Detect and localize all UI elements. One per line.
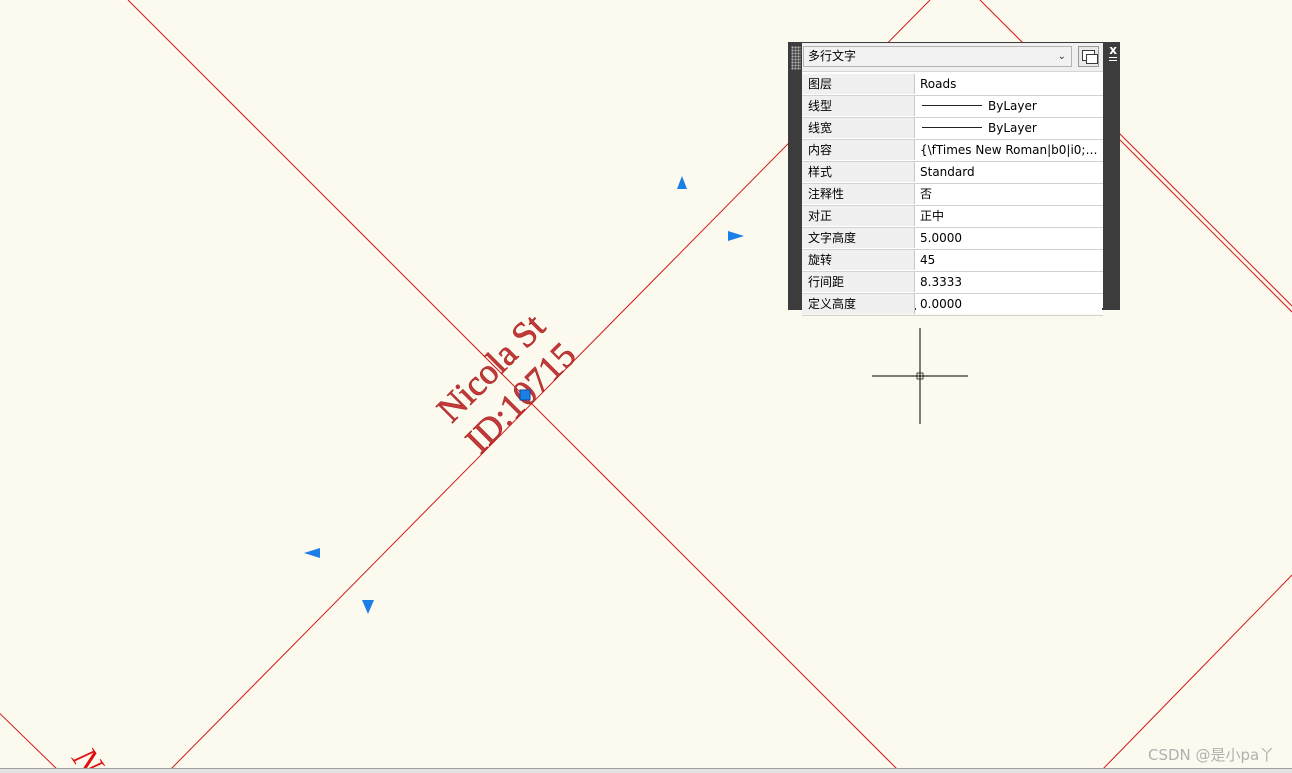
property-row-linetype: 线型 ByLayer <box>802 96 1103 118</box>
property-label: 定义高度 <box>802 294 915 314</box>
palette-header: 多行文字 ⌄ <box>802 43 1103 72</box>
square-grip-icon[interactable] <box>519 389 531 401</box>
line-sample-icon <box>922 127 982 128</box>
quick-properties-palette: x 多行文字 ⌄ 图层 Roads 线型 ByLayer 线宽 ByLayer … <box>788 42 1120 316</box>
watermark: CSDN @是小pa丫 <box>1148 746 1275 764</box>
property-value-contents[interactable]: {\fTimes New Roman|b0|i0;Ni... <box>916 140 1102 160</box>
property-label: 样式 <box>802 162 915 182</box>
palette-side-bar: x <box>1105 42 1120 310</box>
property-value-linetype[interactable]: ByLayer <box>916 96 1102 116</box>
property-label: 图层 <box>802 74 915 94</box>
crosshair-cursor-icon <box>872 328 968 424</box>
property-label: 线型 <box>802 96 915 116</box>
property-value-rotation[interactable]: 45 <box>916 250 1102 270</box>
property-value-text: ByLayer <box>988 121 1037 135</box>
canvas-bottom-border <box>0 768 1292 773</box>
triangle-grip-icon[interactable] <box>304 548 320 558</box>
road-line[interactable] <box>0 704 61 772</box>
triangle-grip-icon[interactable] <box>728 231 744 241</box>
property-row-line-spacing: 行间距 8.3333 <box>802 272 1103 294</box>
property-value-text: ByLayer <box>988 99 1037 113</box>
property-label: 旋转 <box>802 250 915 270</box>
property-row-annotative: 注释性 否 <box>802 184 1103 206</box>
property-value-lineweight[interactable]: ByLayer <box>916 118 1102 138</box>
properties-table: 图层 Roads 线型 ByLayer 线宽 ByLayer 内容 {\fTim… <box>802 74 1103 316</box>
palette-body: 多行文字 ⌄ 图层 Roads 线型 ByLayer 线宽 ByLayer 内容 <box>802 43 1103 316</box>
road-line[interactable] <box>1117 131 1292 307</box>
palette-drag-handle[interactable] <box>791 46 801 70</box>
property-row-lineweight: 线宽 ByLayer <box>802 118 1103 140</box>
property-value-justify[interactable]: 正中 <box>916 206 1102 226</box>
property-value-line-spacing[interactable]: 8.3333 <box>916 272 1102 292</box>
property-label: 对正 <box>802 206 915 226</box>
property-label: 文字高度 <box>802 228 915 248</box>
line-sample-icon <box>922 105 982 106</box>
property-value-layer[interactable]: Roads <box>916 74 1102 94</box>
object-type-label: 多行文字 <box>808 49 857 63</box>
property-value-style[interactable]: Standard <box>916 162 1102 182</box>
property-label: 内容 <box>802 140 915 160</box>
road-line[interactable] <box>1099 574 1292 772</box>
triangle-grip-icon[interactable] <box>362 600 374 614</box>
property-row-style: 样式 Standard <box>802 162 1103 184</box>
property-value-annotative[interactable]: 否 <box>916 184 1102 204</box>
property-label: 注释性 <box>802 184 915 204</box>
property-row-defined-height: 定义高度 0.0000 <box>802 294 1103 316</box>
property-row-contents: 内容 {\fTimes New Roman|b0|i0;Ni... <box>802 140 1103 162</box>
object-type-dropdown[interactable]: 多行文字 ⌄ <box>803 46 1072 67</box>
property-row-rotation: 旋转 45 <box>802 250 1103 272</box>
palette-menu-icon[interactable] <box>1109 57 1117 65</box>
property-label: 行间距 <box>802 272 915 292</box>
property-row-layer: 图层 Roads <box>802 74 1103 96</box>
close-icon[interactable]: x <box>1109 43 1117 57</box>
triangle-grip-icon[interactable] <box>677 176 687 189</box>
property-label: 线宽 <box>802 118 915 138</box>
quick-select-icon[interactable] <box>1078 46 1099 67</box>
chevron-down-icon: ⌄ <box>1057 51 1066 62</box>
property-row-justify: 对正 正中 <box>802 206 1103 228</box>
property-row-text-height: 文字高度 5.0000 <box>802 228 1103 250</box>
property-value-defined-height[interactable]: 0.0000 <box>916 294 1102 314</box>
property-value-text-height[interactable]: 5.0000 <box>916 228 1102 248</box>
